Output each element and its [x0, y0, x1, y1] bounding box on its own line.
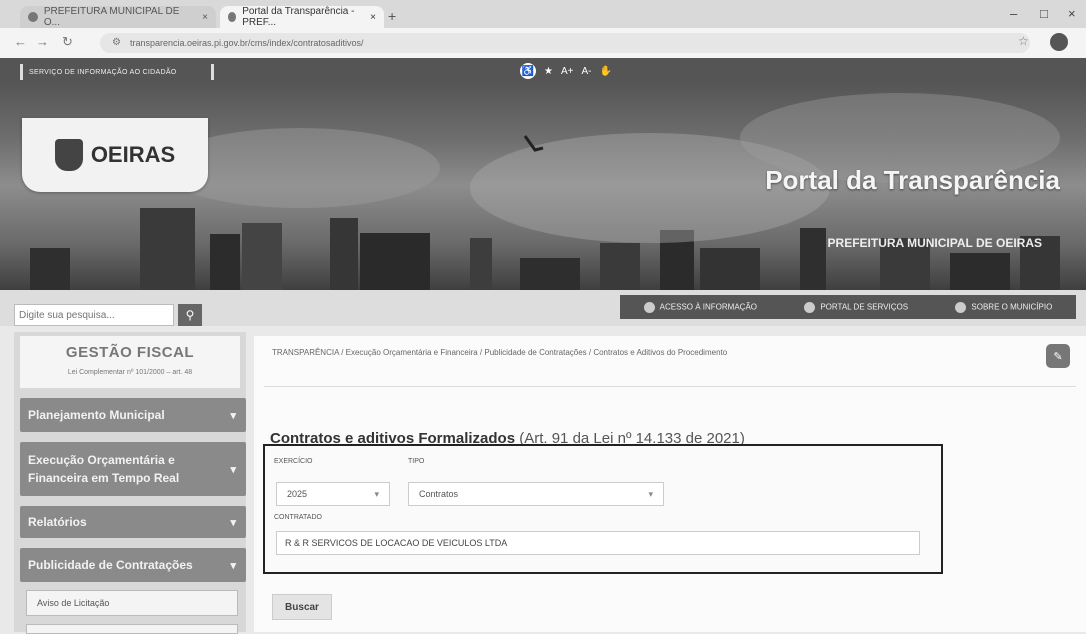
contratado-label: CONTRATADO [274, 514, 322, 521]
contrast-icon[interactable]: ★ [544, 66, 553, 77]
divider [264, 386, 1076, 387]
search-input[interactable] [14, 304, 174, 326]
back-arrow-icon[interactable]: ← [14, 34, 27, 49]
site-info-icon[interactable]: ⚙ [112, 37, 121, 48]
accessibility-toolbar: ♿ ★ A+ A- ✋ [520, 63, 612, 79]
contratado-input[interactable] [276, 531, 920, 555]
browser-tab-2[interactable]: Portal da Transparência - PREF... × [220, 6, 384, 28]
font-increase-button[interactable]: A+ [561, 66, 574, 77]
exercicio-label: EXERCÍCIO [274, 458, 313, 465]
sidebar-item-execucao[interactable]: Execução Orçamentária e Financeira em Te… [20, 442, 246, 496]
minimize-button[interactable]: – [1010, 6, 1017, 21]
submenu-item[interactable] [26, 624, 238, 634]
sidebar-item-label: Publicidade de Contratações [28, 558, 193, 572]
close-window-button[interactable]: × [1068, 6, 1076, 21]
prefeitura-subtitle: PREFEITURA MUNICIPAL DE OEIRAS [827, 236, 1042, 250]
portal-servicos-link[interactable]: PORTAL DE SERVIÇOS [804, 301, 909, 313]
gestao-fiscal-box[interactable]: GESTÃO FISCAL Lei Complementar nº 101/20… [20, 336, 240, 388]
new-tab-button[interactable]: + [388, 8, 396, 24]
exercicio-value: 2025 [287, 489, 308, 499]
submenu-aviso-licitacao[interactable]: Aviso de Licitação [26, 590, 238, 616]
exercicio-select[interactable]: 2025 ▾ [276, 482, 390, 506]
forward-arrow-icon[interactable]: → [36, 34, 49, 49]
sobre-municipio-link[interactable]: SOBRE O MUNICÍPIO [955, 301, 1053, 313]
tipo-select[interactable]: Contratos ▾ [408, 482, 664, 506]
accessibility-icon[interactable]: ♿ [520, 63, 536, 79]
chevron-down-icon: ▾ [230, 516, 236, 529]
sidebar-item-publicidade[interactable]: Publicidade de Contratações ▾ [20, 548, 246, 582]
bookmark-star-icon[interactable]: ☆ [1018, 34, 1029, 48]
sic-link[interactable]: SERVIÇO DE INFORMAÇÃO AO CIDADÃO [20, 64, 214, 80]
services-icon [804, 301, 816, 313]
chevron-down-icon: ▾ [648, 488, 653, 499]
portal-title: Portal da Transparência [765, 165, 1060, 195]
site-favicon-icon [228, 12, 237, 22]
coat-of-arms-icon [54, 139, 83, 171]
sidebar-item-planejamento[interactable]: Planejamento Municipal ▾ [20, 398, 246, 432]
browser-tab-1[interactable]: PREFEITURA MUNICIPAL DE O... × [20, 6, 216, 28]
tab-close-icon[interactable]: × [202, 12, 208, 23]
chevron-down-icon: ▾ [230, 463, 236, 476]
acesso-informacao-link[interactable]: ACESSO À INFORMAÇÃO [643, 301, 758, 313]
municipality-logo[interactable]: OEIRAS [22, 118, 208, 192]
chevron-down-icon: ▾ [230, 409, 236, 422]
tipo-label: TIPO [408, 458, 425, 465]
sidebar-item-label: Execução Orçamentária e Financeira em Te… [28, 453, 180, 485]
submenu-label: Aviso de Licitação [37, 598, 110, 608]
sign-language-icon[interactable]: ✋ [599, 66, 611, 77]
chevron-down-icon: ▾ [230, 559, 236, 572]
search-icon: ⚲ [185, 308, 195, 322]
tipo-value: Contratos [419, 489, 459, 499]
font-decrease-button[interactable]: A- [581, 66, 591, 77]
sidebar-item-label: Planejamento Municipal [28, 408, 165, 422]
gestao-fiscal-title: GESTÃO FISCAL [65, 344, 195, 361]
info-icon [643, 301, 655, 313]
link-label: ACESSO À INFORMAÇÃO [659, 302, 758, 312]
reload-icon[interactable]: ↻ [62, 34, 73, 50]
site-favicon-icon [28, 12, 38, 22]
chevron-down-icon: ▾ [374, 488, 379, 499]
link-label: PORTAL DE SERVIÇOS [820, 302, 909, 312]
sidebar-item-label: Relatórios [28, 515, 87, 529]
logo-text: OEIRAS [90, 142, 176, 167]
buscar-button[interactable]: Buscar [272, 594, 332, 620]
top-links-bar: ACESSO À INFORMAÇÃO PORTAL DE SERVIÇOS S… [620, 295, 1076, 319]
chat-button[interactable]: ✎ [1046, 344, 1070, 368]
sidebar-item-relatorios[interactable]: Relatórios ▾ [20, 506, 246, 538]
chat-icon: ✎ [1053, 350, 1063, 363]
gestao-fiscal-subtitle: Lei Complementar nº 101/2000 – art. 48 [67, 369, 193, 376]
breadcrumb[interactable]: TRANSPARÊNCIA / Execução Orçamentária e … [272, 348, 727, 357]
search-button[interactable]: ⚲ [178, 304, 202, 326]
tab-label: PREFEITURA MUNICIPAL DE O... [43, 6, 180, 28]
maximize-button[interactable]: □ [1040, 6, 1048, 21]
tab-label: Portal da Transparência - PREF... [242, 6, 355, 28]
link-label: SOBRE O MUNICÍPIO [971, 302, 1053, 312]
url-field[interactable]: transparencia.oeiras.pi.gov.br/cms/index… [100, 33, 1030, 53]
profile-avatar[interactable] [1050, 33, 1068, 51]
tab-close-icon[interactable]: × [370, 12, 376, 23]
city-icon [955, 301, 967, 313]
